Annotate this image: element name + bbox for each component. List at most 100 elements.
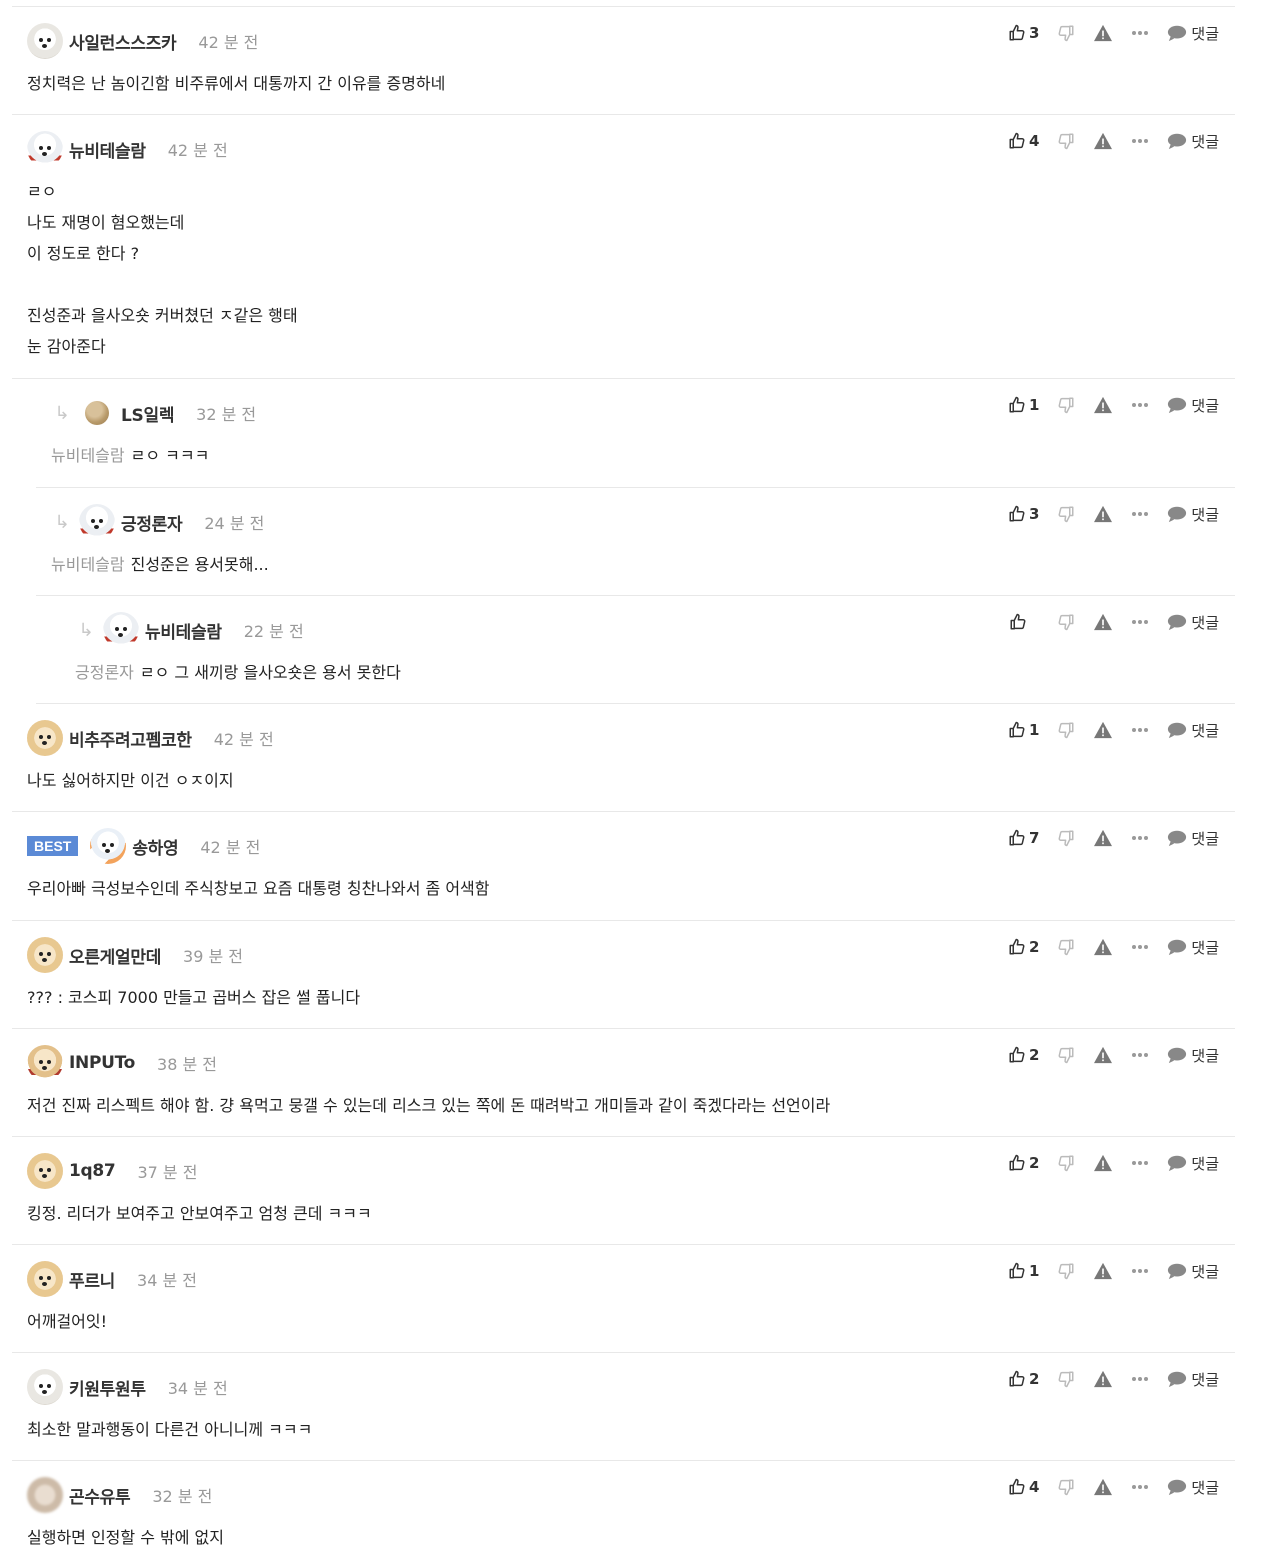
reply-button[interactable]: 댓글 (1167, 1369, 1219, 1390)
like-button[interactable]: 1 (1008, 396, 1039, 414)
best-badge: BEST (27, 836, 79, 856)
report-button[interactable] (1093, 938, 1113, 956)
report-button[interactable] (1093, 505, 1113, 523)
like-button[interactable]: 4 (1008, 1478, 1039, 1496)
like-button[interactable]: 2 (1008, 1370, 1039, 1388)
reply-button[interactable]: 댓글 (1167, 23, 1219, 44)
username[interactable]: 긍정론자 (121, 510, 183, 535)
like-button[interactable]: 1 (1008, 1262, 1039, 1280)
avatar[interactable] (90, 828, 127, 864)
avatar[interactable] (27, 720, 63, 756)
reply-button[interactable]: 댓글 (1167, 131, 1219, 152)
like-button[interactable]: 2 (1008, 1046, 1039, 1064)
more-button[interactable] (1131, 1484, 1149, 1490)
reply-button[interactable]: 댓글 (1167, 1261, 1219, 1282)
report-button[interactable] (1093, 1046, 1113, 1064)
dislike-button[interactable] (1057, 829, 1075, 847)
more-button[interactable] (1131, 402, 1149, 408)
avatar[interactable] (27, 131, 63, 167)
like-button[interactable]: 2 (1008, 1154, 1039, 1172)
dislike-button[interactable] (1057, 1046, 1075, 1064)
more-button[interactable] (1131, 727, 1149, 733)
username[interactable]: 오른게얼만데 (69, 943, 161, 968)
dislike-button[interactable] (1057, 132, 1075, 150)
avatar[interactable] (79, 504, 115, 540)
reply-button[interactable]: 댓글 (1167, 504, 1219, 525)
dislike-button[interactable] (1057, 1478, 1075, 1496)
more-button[interactable] (1131, 835, 1149, 841)
report-button[interactable] (1093, 24, 1113, 42)
reply-button[interactable]: 댓글 (1167, 612, 1219, 633)
mention[interactable]: 긍정론자 (75, 663, 134, 682)
more-button[interactable] (1131, 511, 1149, 517)
username[interactable]: LS일렉 (121, 401, 174, 426)
dislike-button[interactable] (1057, 396, 1075, 414)
username[interactable]: 사일런스스즈카 (69, 29, 177, 54)
more-button[interactable] (1131, 1268, 1149, 1274)
mention[interactable]: 뉴비테슬람 (51, 555, 125, 574)
dislike-button[interactable] (1057, 24, 1075, 42)
dislike-button[interactable] (1057, 613, 1075, 631)
report-button[interactable] (1093, 396, 1113, 414)
avatar[interactable] (27, 1261, 63, 1297)
reply-button[interactable]: 댓글 (1167, 1045, 1219, 1066)
dislike-button[interactable] (1057, 1262, 1075, 1280)
username[interactable]: 뉴비테슬람 (145, 618, 222, 643)
avatar[interactable] (27, 1369, 63, 1405)
like-button[interactable]: 1 (1008, 721, 1039, 739)
more-button[interactable] (1131, 138, 1149, 144)
avatar[interactable] (85, 401, 109, 425)
report-button[interactable] (1093, 1262, 1113, 1280)
more-button[interactable] (1131, 1376, 1149, 1382)
timestamp: 39 분 전 (183, 947, 244, 966)
username[interactable]: 송하영 (132, 834, 178, 859)
like-count: 3 (1028, 505, 1040, 523)
more-button[interactable] (1131, 30, 1149, 36)
avatar[interactable] (27, 1477, 63, 1513)
avatar[interactable] (27, 1045, 63, 1081)
more-button[interactable] (1131, 944, 1149, 950)
report-button[interactable] (1093, 132, 1113, 150)
report-button[interactable] (1093, 613, 1113, 631)
more-button[interactable] (1131, 619, 1149, 625)
username[interactable]: 곤수유투 (69, 1483, 131, 1508)
reply-button[interactable]: 댓글 (1167, 828, 1219, 849)
reply-button[interactable]: 댓글 (1167, 937, 1219, 958)
username[interactable]: 뉴비테슬람 (69, 137, 146, 162)
like-button[interactable] (1009, 613, 1039, 631)
report-button[interactable] (1093, 829, 1113, 847)
username[interactable]: 1q87 (69, 1161, 116, 1181)
avatar[interactable] (103, 612, 139, 648)
report-button[interactable] (1093, 1370, 1113, 1388)
dislike-button[interactable] (1057, 938, 1075, 956)
mention[interactable]: 뉴비테슬람 (51, 446, 125, 465)
username[interactable]: 키원투원투 (69, 1375, 146, 1400)
reply-button[interactable]: 댓글 (1167, 720, 1219, 741)
more-dots-icon (1132, 945, 1149, 949)
report-button[interactable] (1093, 1478, 1113, 1496)
more-button[interactable] (1131, 1160, 1149, 1166)
reply-button[interactable]: 댓글 (1167, 1153, 1219, 1174)
report-button[interactable] (1093, 1154, 1113, 1172)
like-button[interactable]: 7 (1008, 829, 1039, 847)
like-button[interactable]: 3 (1008, 24, 1039, 42)
reply-button[interactable]: 댓글 (1167, 395, 1219, 416)
dislike-button[interactable] (1057, 505, 1075, 523)
username[interactable]: 비추주려고펨코한 (69, 726, 192, 751)
report-button[interactable] (1093, 721, 1113, 739)
comment-text: 실행하면 인정할 수 밖에 없지 (27, 1528, 224, 1547)
username[interactable]: INPUTo (69, 1053, 135, 1073)
like-button[interactable]: 2 (1008, 938, 1039, 956)
more-button[interactable] (1131, 1052, 1149, 1058)
username[interactable]: 푸르니 (69, 1267, 115, 1292)
like-button[interactable]: 3 (1008, 505, 1039, 523)
avatar[interactable] (27, 1153, 63, 1189)
dislike-button[interactable] (1057, 1370, 1075, 1388)
dislike-button[interactable] (1057, 721, 1075, 739)
reply-button[interactable]: 댓글 (1167, 1477, 1219, 1498)
like-button[interactable]: 4 (1008, 132, 1039, 150)
dislike-button[interactable] (1057, 1154, 1075, 1172)
avatar[interactable] (27, 937, 63, 973)
comment-text: ㄹㅇ 나도 재명이 혐오했는데 이 정도로 한다 ? 진성준과 을사오숏 커버쳤… (27, 182, 298, 356)
avatar[interactable] (27, 23, 63, 59)
